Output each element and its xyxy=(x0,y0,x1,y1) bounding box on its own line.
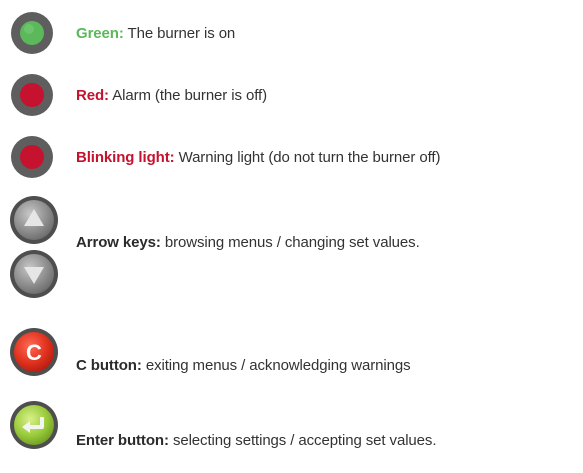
arrow-keys-label: Arrow keys: xyxy=(76,234,161,251)
blinking-label: Blinking light: xyxy=(76,149,175,166)
arrow-keys-icon xyxy=(10,196,58,298)
green-label: Green: xyxy=(76,25,124,42)
enter-button-desc: selecting settings / accepting set value… xyxy=(172,432,437,449)
green-light-icon xyxy=(11,12,53,54)
arrow-keys-desc: browsing menus / changing set values. xyxy=(164,234,420,251)
red-desc: Alarm (the burner is off) xyxy=(112,87,267,104)
blinking-desc: Warning light (do not turn the burner of… xyxy=(178,149,441,166)
c-button-desc: exiting menus / acknowledging warnings xyxy=(145,357,411,374)
legend-text-red: Red: Alarm (the burner is off) xyxy=(76,87,267,105)
blinking-light-icon xyxy=(11,136,53,178)
legend-text-c-button: C button: exiting menus / acknowledging … xyxy=(76,357,411,375)
c-button-icon: C xyxy=(10,328,58,376)
legend-text-arrow-keys: Arrow keys: browsing menus / changing se… xyxy=(76,234,420,252)
c-button-label: C button: xyxy=(76,357,142,374)
enter-button-label: Enter button: xyxy=(76,432,169,449)
legend-text-blinking: Blinking light: Warning light (do not tu… xyxy=(76,149,440,167)
legend-text-enter-button: Enter button: selecting settings / accep… xyxy=(76,432,436,450)
red-label: Red: xyxy=(76,87,109,104)
arrow-down-icon xyxy=(10,250,58,298)
red-light-icon xyxy=(11,74,53,116)
arrow-up-icon xyxy=(10,196,58,244)
green-desc: The burner is on xyxy=(127,25,236,42)
c-glyph: C xyxy=(26,340,42,365)
legend-text-green: Green: The burner is on xyxy=(76,25,235,43)
enter-button-icon xyxy=(10,401,58,449)
